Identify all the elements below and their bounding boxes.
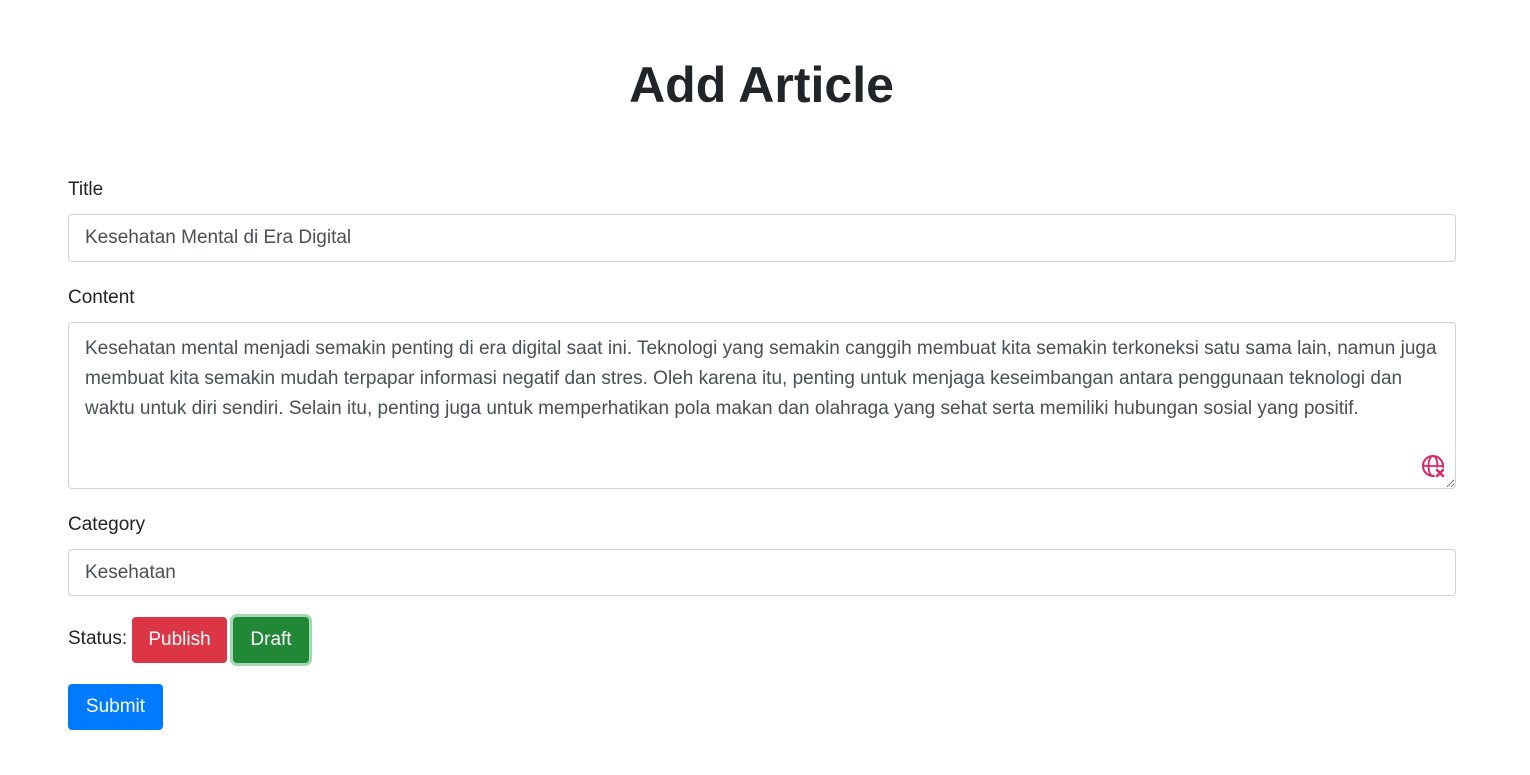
draft-button[interactable]: Draft bbox=[233, 617, 309, 663]
add-article-page: Add Article Title Content Kesehatan ment… bbox=[0, 0, 1530, 775]
status-label: Status: bbox=[68, 628, 128, 649]
title-label: Title bbox=[68, 179, 104, 200]
content-textarea[interactable]: Kesehatan mental menjadi semakin penting… bbox=[68, 322, 1456, 489]
content-label: Content bbox=[68, 287, 135, 308]
grammar-check-error-icon[interactable] bbox=[1421, 454, 1447, 480]
page-title: Add Article bbox=[629, 57, 894, 113]
title-input[interactable] bbox=[68, 214, 1456, 262]
category-label: Category bbox=[68, 514, 146, 535]
publish-button[interactable]: Publish bbox=[132, 617, 227, 663]
submit-button[interactable]: Submit bbox=[68, 684, 163, 730]
category-input[interactable] bbox=[68, 549, 1456, 596]
